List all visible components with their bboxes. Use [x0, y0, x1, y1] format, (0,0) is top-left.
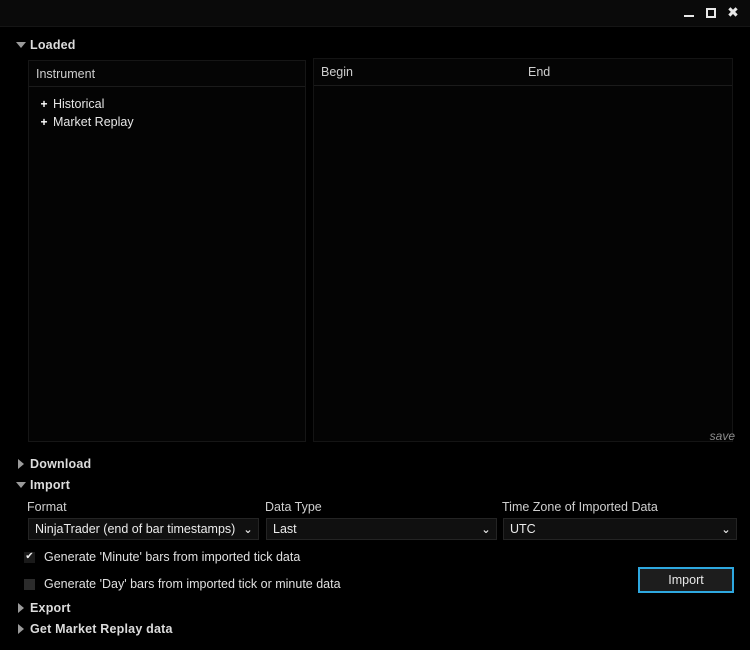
- column-header-begin: Begin: [321, 65, 353, 79]
- tree-item-label: Market Replay: [53, 115, 134, 129]
- data-type-label: Data Type: [265, 500, 322, 514]
- section-header-download[interactable]: Download: [0, 453, 750, 475]
- date-range-grid-panel: Begin End: [313, 58, 733, 442]
- grid-column-headers: Begin End: [314, 59, 732, 86]
- checkbox-checked-icon[interactable]: ✔: [24, 551, 35, 563]
- time-zone-dropdown-value: UTC: [510, 522, 536, 536]
- maximize-button[interactable]: [700, 2, 722, 24]
- generate-day-bars-checkbox-row[interactable]: Generate 'Day' bars from imported tick o…: [24, 575, 341, 593]
- instrument-column-header: Instrument: [29, 61, 305, 87]
- time-zone-dropdown[interactable]: UTC ⌄: [503, 518, 737, 540]
- section-label-loaded: Loaded: [30, 38, 76, 52]
- format-label: Format: [27, 500, 67, 514]
- chevron-down-icon: ⌄: [481, 522, 491, 536]
- chevron-down-icon: [12, 482, 30, 488]
- generate-minute-bars-label: Generate 'Minute' bars from imported tic…: [44, 550, 301, 564]
- checkbox-unchecked-icon[interactable]: [24, 578, 35, 590]
- close-button[interactable]: ✖: [722, 2, 744, 24]
- format-dropdown[interactable]: NinjaTrader (end of bar timestamps) ⌄: [28, 518, 259, 540]
- instrument-tree-panel: Instrument + Historical + Market Replay: [28, 60, 306, 442]
- chevron-down-icon: ⌄: [243, 522, 253, 536]
- section-header-market-replay[interactable]: Get Market Replay data: [0, 618, 750, 640]
- chevron-down-icon: ⌄: [721, 522, 731, 536]
- chevron-right-icon: [12, 624, 30, 634]
- chevron-right-icon: [12, 603, 30, 613]
- chevron-right-icon: [12, 459, 30, 469]
- section-label-export: Export: [30, 601, 71, 615]
- data-type-dropdown[interactable]: Last ⌄: [266, 518, 497, 540]
- expand-plus-icon[interactable]: +: [37, 98, 51, 110]
- section-label-import: Import: [30, 478, 71, 492]
- import-button[interactable]: Import: [638, 567, 734, 593]
- maximize-icon: [706, 8, 716, 18]
- chevron-down-icon: [12, 42, 30, 48]
- format-dropdown-value: NinjaTrader (end of bar timestamps): [35, 522, 236, 536]
- tree-item-market-replay[interactable]: + Market Replay: [29, 113, 305, 131]
- import-button-label: Import: [668, 573, 704, 587]
- time-zone-label: Time Zone of Imported Data: [502, 500, 658, 514]
- instrument-column-label: Instrument: [36, 66, 96, 81]
- tree-item-label: Historical: [53, 97, 105, 111]
- title-bar: ✖: [0, 0, 750, 27]
- data-type-dropdown-value: Last: [273, 522, 297, 536]
- expand-plus-icon[interactable]: +: [37, 116, 51, 128]
- minimize-icon: [684, 15, 694, 17]
- tree-item-historical[interactable]: + Historical: [29, 95, 305, 113]
- minimize-button[interactable]: [678, 2, 700, 24]
- generate-day-bars-label: Generate 'Day' bars from imported tick o…: [44, 577, 341, 591]
- section-label-download: Download: [30, 457, 92, 471]
- instrument-tree-body: + Historical + Market Replay: [29, 87, 305, 131]
- section-label-market-replay: Get Market Replay data: [30, 622, 173, 636]
- save-link[interactable]: save: [710, 429, 735, 443]
- column-header-end: End: [528, 65, 551, 79]
- generate-minute-bars-checkbox-row[interactable]: ✔ Generate 'Minute' bars from imported t…: [24, 548, 300, 566]
- section-header-loaded[interactable]: Loaded: [0, 34, 750, 56]
- close-icon: ✖: [727, 5, 739, 21]
- section-header-import[interactable]: Import: [0, 474, 750, 496]
- section-header-export[interactable]: Export: [0, 597, 750, 619]
